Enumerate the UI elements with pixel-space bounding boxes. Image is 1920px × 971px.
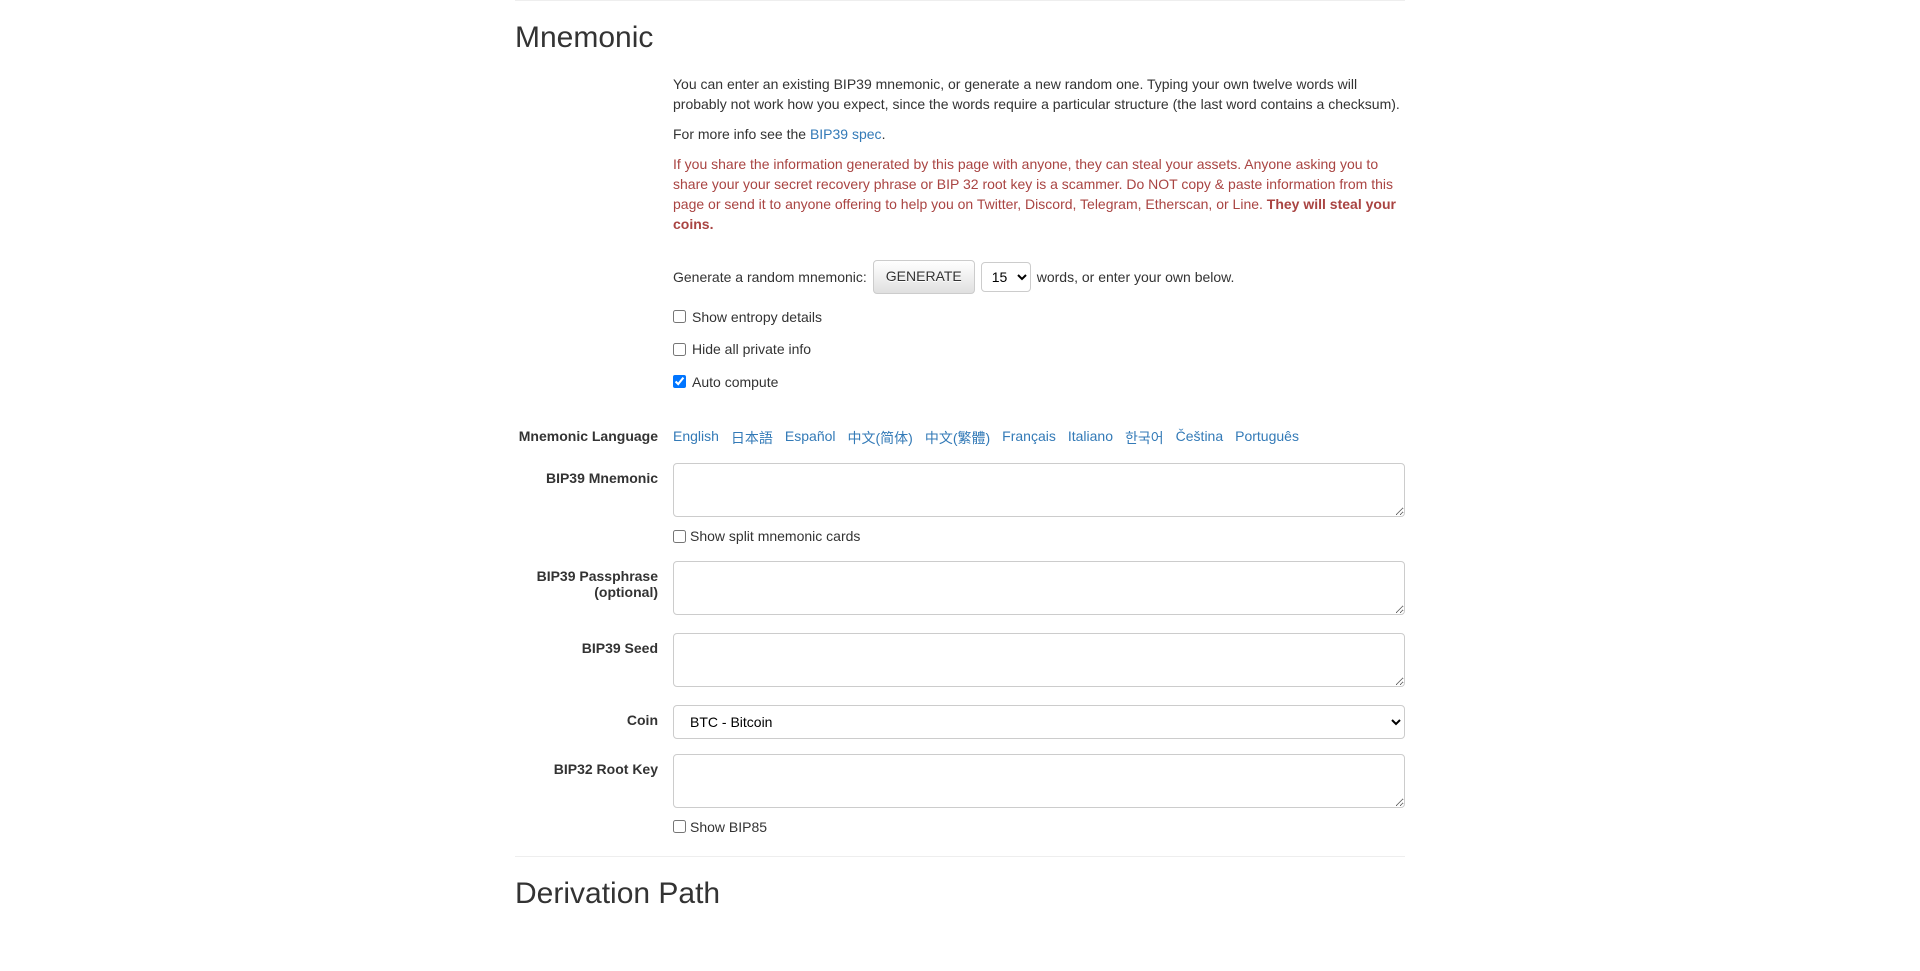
language-link[interactable]: Français — [1002, 428, 1056, 448]
language-link[interactable]: English — [673, 428, 719, 448]
more-info-text: For more info see the BIP39 spec. — [673, 125, 1405, 145]
language-link[interactable]: 中文(简体) — [848, 428, 913, 448]
show-bip85-label: Show BIP85 — [690, 819, 767, 835]
show-bip85-checkbox[interactable] — [673, 820, 686, 833]
hide-private-label: Hide all private info — [692, 341, 811, 357]
bip39-mnemonic-input[interactable] — [673, 463, 1405, 517]
auto-compute-label: Auto compute — [692, 374, 778, 390]
bip39-spec-link[interactable]: BIP39 spec — [810, 126, 882, 142]
bip39-mnemonic-label: BIP39 Mnemonic — [515, 463, 673, 486]
language-link[interactable]: Čeština — [1176, 428, 1223, 448]
derivation-heading: Derivation Path — [515, 877, 1405, 911]
coin-select[interactable]: BTC - Bitcoin — [673, 705, 1405, 739]
seed-label: BIP39 Seed — [515, 633, 673, 656]
show-split-cards-wrapper[interactable]: Show split mnemonic cards — [673, 528, 860, 544]
passphrase-input[interactable] — [673, 561, 1405, 615]
language-link[interactable]: 中文(繁體) — [925, 428, 990, 448]
passphrase-label: BIP39 Passphrase (optional) — [515, 561, 673, 600]
show-entropy-label: Show entropy details — [692, 309, 822, 325]
show-split-cards-label: Show split mnemonic cards — [690, 528, 860, 544]
more-info-prefix: For more info see the — [673, 126, 810, 142]
intro-text: You can enter an existing BIP39 mnemonic… — [673, 75, 1405, 115]
warning-text: If you share the information generated b… — [673, 155, 1405, 235]
hide-private-checkbox[interactable] — [673, 343, 686, 356]
mnemonic-heading: Mnemonic — [515, 21, 1405, 55]
section-divider — [515, 856, 1405, 857]
language-link[interactable]: Español — [785, 428, 836, 448]
language-link[interactable]: 日本語 — [731, 428, 773, 448]
generate-prefix: Generate a random mnemonic: — [673, 269, 867, 285]
languages-list: English 日本語 Español 中文(简体) 中文(繁體) França… — [673, 421, 1405, 448]
root-key-input[interactable] — [673, 754, 1405, 808]
generate-suffix: words, or enter your own below. — [1037, 269, 1235, 285]
show-entropy-checkbox[interactable] — [673, 310, 686, 323]
show-entropy-label-wrapper[interactable]: Show entropy details — [673, 309, 822, 325]
auto-compute-checkbox[interactable] — [673, 375, 686, 388]
hide-private-label-wrapper[interactable]: Hide all private info — [673, 341, 811, 357]
root-key-label: BIP32 Root Key — [515, 754, 673, 777]
seed-input[interactable] — [673, 633, 1405, 687]
show-bip85-wrapper[interactable]: Show BIP85 — [673, 819, 767, 835]
coin-label: Coin — [515, 705, 673, 728]
show-split-cards-checkbox[interactable] — [673, 530, 686, 543]
generate-button[interactable]: GENERATE — [873, 260, 975, 294]
top-divider — [515, 0, 1405, 1]
language-label: Mnemonic Language — [515, 421, 673, 444]
more-info-suffix: . — [882, 126, 886, 142]
auto-compute-label-wrapper[interactable]: Auto compute — [673, 374, 778, 390]
word-count-select[interactable]: 15 — [981, 262, 1031, 292]
language-link[interactable]: 한국어 — [1125, 428, 1164, 448]
language-link[interactable]: Português — [1235, 428, 1299, 448]
language-link[interactable]: Italiano — [1068, 428, 1113, 448]
